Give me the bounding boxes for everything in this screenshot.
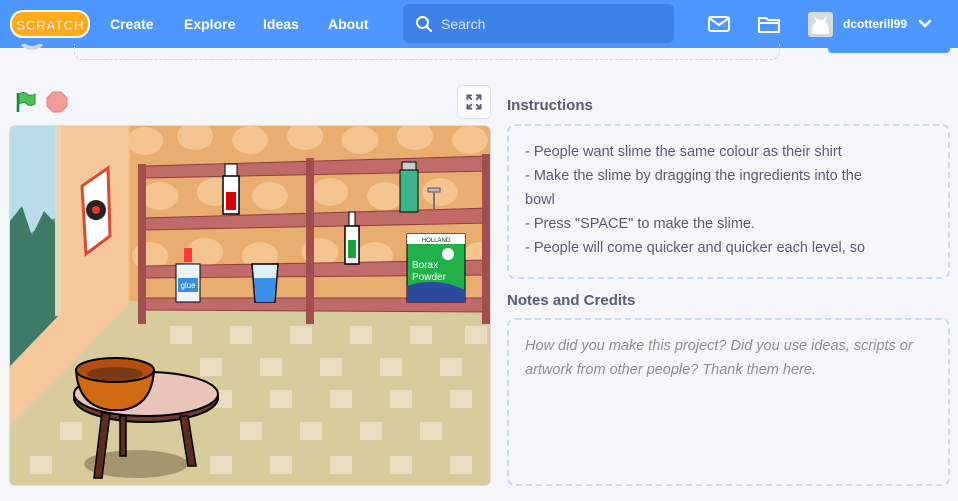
stage-scene: glue HOLLAND Borax Powder: [10, 126, 490, 485]
remix-icon: [20, 44, 44, 50]
search-input[interactable]: [441, 4, 666, 43]
notes-placeholder: How did you make this project? Did you u…: [525, 338, 913, 378]
instructions-title: Instructions: [507, 97, 593, 114]
chevron-down-icon[interactable]: [918, 17, 932, 31]
instructions-line: - People want slime the same colour as t…: [525, 144, 842, 160]
borax-brand: HOLLAND: [422, 238, 451, 244]
instructions-line: bowl: [525, 192, 555, 208]
avatar[interactable]: [808, 12, 833, 37]
top-navbar: SCRATCH Create Explore Ideas About dcott…: [0, 0, 958, 48]
project-title-field[interactable]: [74, 44, 780, 60]
instructions-line: - Make the slime by dragging the ingredi…: [525, 168, 862, 184]
borax-label-line1: Borax: [412, 260, 438, 271]
notes-field[interactable]: How did you make this project? Did you u…: [507, 318, 950, 486]
project-stage[interactable]: glue HOLLAND Borax Powder: [9, 125, 491, 486]
nav-create-link[interactable]: Create: [110, 0, 154, 48]
logo-text: SCRATCH: [16, 17, 83, 33]
folder-icon[interactable]: [757, 12, 781, 36]
fullscreen-button[interactable]: [457, 85, 491, 119]
instructions-field[interactable]: - People want slime the same colour as t…: [507, 124, 950, 279]
fullscreen-icon: [466, 94, 482, 110]
nav-ideas-link[interactable]: Ideas: [263, 0, 299, 48]
borax-label-line2: Powder: [412, 272, 447, 283]
nav-explore-link[interactable]: Explore: [184, 0, 235, 48]
stop-icon[interactable]: [46, 91, 68, 113]
search-icon: [416, 16, 432, 32]
share-button[interactable]: [828, 44, 950, 53]
instructions-line: - Press "SPACE" to make the slime.: [525, 216, 756, 232]
instructions-line: - People will come quicker and quicker e…: [525, 240, 866, 256]
messages-icon[interactable]: [707, 12, 731, 36]
search-bar[interactable]: [403, 4, 674, 43]
nav-about-link[interactable]: About: [328, 0, 368, 48]
green-flag-icon[interactable]: [14, 91, 36, 113]
scratch-logo[interactable]: SCRATCH: [10, 8, 90, 40]
glue-label: glue: [180, 281, 196, 290]
username[interactable]: dcotterill99: [843, 0, 907, 48]
notes-title: Notes and Credits: [507, 292, 636, 309]
